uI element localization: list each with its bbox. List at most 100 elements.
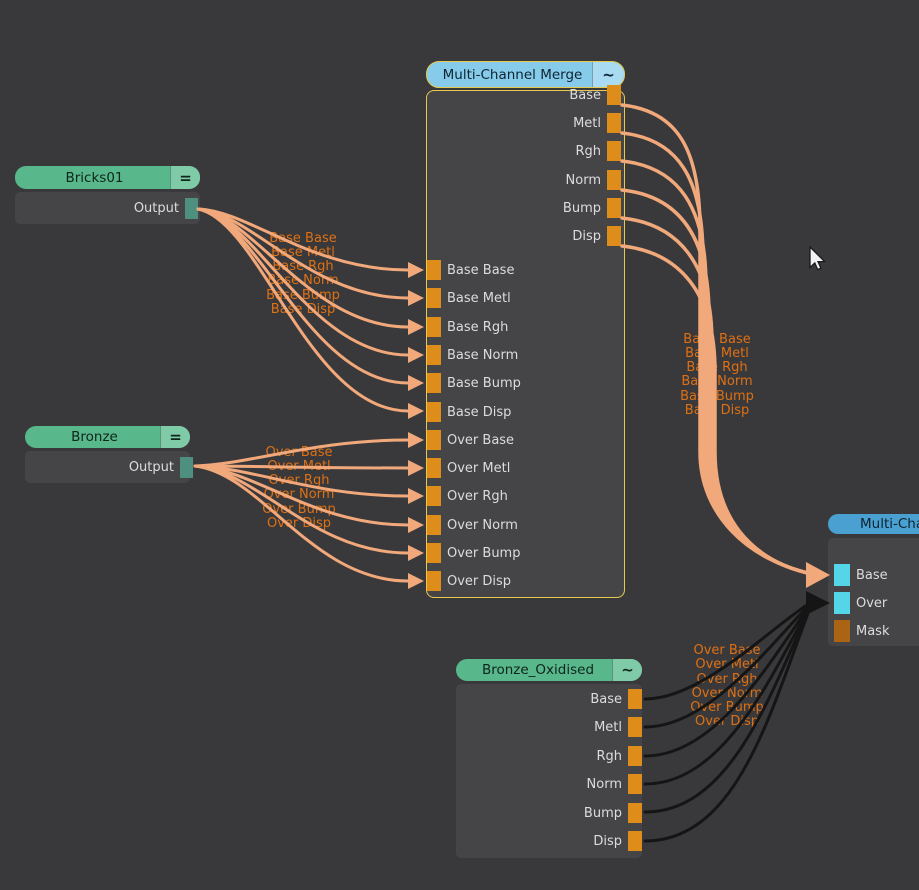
node-title: Bronze_Oxidised: [482, 662, 594, 678]
node-collapse-button[interactable]: ~: [612, 659, 642, 681]
node-header-bricks01[interactable]: Bricks01 =: [15, 166, 200, 189]
output-port[interactable]: [607, 141, 621, 161]
port-label: Norm: [566, 173, 601, 188]
wire-arrowhead: [408, 432, 424, 448]
node-menu-button[interactable]: =: [170, 166, 200, 189]
wire-label: Base Norm: [267, 274, 338, 288]
input-port-row: Base: [834, 564, 888, 586]
input-port[interactable]: [427, 458, 441, 478]
port-label: Disp: [593, 834, 622, 849]
input-port[interactable]: [834, 564, 850, 586]
node-header-multi-channel-merge-2[interactable]: Multi-Channel Merge: [828, 514, 919, 534]
output-port[interactable]: [180, 457, 193, 478]
port-label: Base Rgh: [447, 320, 508, 335]
output-port[interactable]: [628, 831, 642, 851]
output-port[interactable]: [607, 198, 621, 218]
input-port-row: Mask: [834, 620, 889, 642]
input-port[interactable]: [427, 288, 441, 308]
output-port[interactable]: [628, 746, 642, 766]
input-port[interactable]: [427, 373, 441, 393]
input-port-row: Over Metl: [427, 457, 510, 479]
output-port[interactable]: [607, 226, 621, 246]
node-title: Multi-Channel Merge: [860, 516, 919, 532]
output-port-row: Rgh: [596, 745, 642, 767]
port-label: Bump: [563, 201, 601, 216]
node-header-bronze[interactable]: Bronze =: [25, 426, 190, 448]
node-header-bronze-oxidised[interactable]: Bronze_Oxidised ~: [456, 659, 642, 681]
node-multi-channel-merge-2[interactable]: Multi-Channel Merge Base Over Mask: [828, 514, 919, 649]
output-port-row: Base: [569, 84, 621, 106]
input-port[interactable]: [427, 430, 441, 450]
wire-label: Over Disp: [267, 517, 331, 531]
input-port[interactable]: [427, 515, 441, 535]
wire-label: Over Base: [693, 644, 760, 658]
output-port-row: Rgh: [575, 140, 621, 162]
input-port[interactable]: [427, 402, 441, 422]
output-port[interactable]: [628, 689, 642, 709]
output-port-row: Base: [590, 688, 642, 710]
input-port[interactable]: [427, 345, 441, 365]
collapse-icon: ~: [602, 66, 615, 84]
output-port[interactable]: [628, 717, 642, 737]
output-port-row: Disp: [572, 225, 621, 247]
node-bronze[interactable]: Bronze = Output: [25, 426, 190, 486]
output-port[interactable]: [628, 803, 642, 823]
wire-label: Base Base: [683, 333, 750, 347]
output-port-row: Disp: [593, 830, 642, 852]
node-multi-channel-merge[interactable]: Multi-Channel Merge ~ Base Metl Rgh Norm…: [426, 61, 625, 601]
port-label: Disp: [572, 229, 601, 244]
port-label: Rgh: [575, 144, 601, 159]
port-label: Bump: [584, 806, 622, 821]
output-port-row: Output: [134, 197, 198, 219]
output-port-row: Norm: [566, 169, 621, 191]
wire-label: Over Metl: [695, 658, 758, 672]
output-port[interactable]: [607, 85, 621, 105]
wire-label: Base Metl: [271, 246, 335, 260]
port-label: Base: [569, 88, 601, 103]
input-port[interactable]: [427, 486, 441, 506]
menu-icon: =: [179, 169, 192, 187]
wire-label: Over Norm: [692, 687, 763, 701]
wire-label: Over Bump: [690, 701, 763, 715]
output-port[interactable]: [607, 113, 621, 133]
wire-arrowhead: [806, 591, 830, 615]
wire-arrowhead: [408, 347, 424, 363]
output-port-row: Bump: [563, 197, 621, 219]
wire-label: Base Rgh: [272, 260, 333, 274]
input-port[interactable]: [427, 543, 441, 563]
port-label: Base Disp: [447, 405, 511, 420]
input-port[interactable]: [427, 317, 441, 337]
wire-label: Over Rgh: [697, 673, 758, 687]
node-bronze-oxidised[interactable]: Bronze_Oxidised ~ Base Metl Rgh Norm Bum…: [456, 659, 642, 859]
wire-label: Base Rgh: [686, 361, 747, 375]
wire-label: Base Norm: [681, 375, 752, 389]
input-port[interactable]: [834, 620, 850, 642]
input-port[interactable]: [834, 592, 850, 614]
port-label: Base Metl: [447, 291, 511, 306]
node-graph-canvas[interactable]: { "nodes": { "bricks": { "title": "Brick…: [0, 0, 919, 890]
port-label: Base Bump: [447, 376, 521, 391]
wire-label: Base Disp: [685, 404, 749, 418]
wire-label: Base Base: [269, 232, 336, 246]
output-port-row: Norm: [587, 773, 642, 795]
node-bricks01[interactable]: Bricks01 = Output: [15, 166, 200, 226]
output-port[interactable]: [628, 774, 642, 794]
wire-arrowhead: [408, 460, 424, 476]
port-label: Output: [129, 460, 174, 475]
port-label: Metl: [573, 116, 601, 131]
output-port-row: Metl: [594, 716, 642, 738]
input-port[interactable]: [427, 260, 441, 280]
node-menu-button[interactable]: =: [160, 426, 190, 448]
port-label: Output: [134, 201, 179, 216]
port-label: Norm: [587, 777, 622, 792]
port-label: Over Rgh: [447, 489, 508, 504]
output-port[interactable]: [607, 170, 621, 190]
input-port-row: Base Bump: [427, 372, 521, 394]
output-port[interactable]: [185, 198, 198, 219]
input-port-row: Base Disp: [427, 401, 511, 423]
input-port[interactable]: [427, 571, 441, 591]
input-port-row: Over Rgh: [427, 485, 508, 507]
input-port-row: Over Disp: [427, 570, 511, 592]
output-port-row: Bump: [584, 802, 642, 824]
wire-arrowhead: [408, 375, 424, 391]
